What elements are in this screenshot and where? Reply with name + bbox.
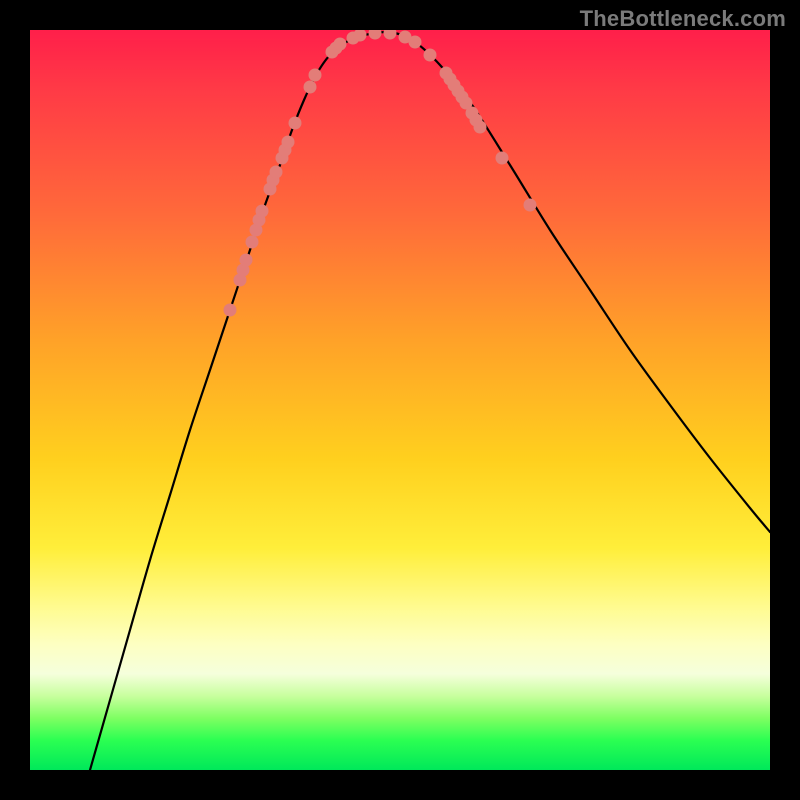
marker-dot	[474, 121, 487, 134]
marker-dot	[282, 136, 295, 149]
gradient-plot-area	[30, 30, 770, 770]
marker-dot	[369, 30, 382, 40]
curve-svg	[30, 30, 770, 770]
marker-dot	[384, 30, 397, 40]
marker-dot	[409, 36, 422, 49]
marker-dot	[289, 117, 302, 130]
marker-dot	[240, 254, 253, 267]
marker-dot	[224, 304, 237, 317]
marker-dot	[524, 199, 537, 212]
watermark-text: TheBottleneck.com	[580, 6, 786, 32]
chart-frame: TheBottleneck.com	[0, 0, 800, 800]
marker-dot	[246, 236, 259, 249]
marker-dot	[270, 166, 283, 179]
marker-dot	[304, 81, 317, 94]
marker-dots-group	[224, 30, 537, 317]
marker-dot	[496, 152, 509, 165]
bottleneck-curve	[90, 32, 770, 770]
marker-dot	[256, 205, 269, 218]
marker-dot	[334, 38, 347, 51]
marker-dot	[309, 69, 322, 82]
marker-dot	[424, 49, 437, 62]
